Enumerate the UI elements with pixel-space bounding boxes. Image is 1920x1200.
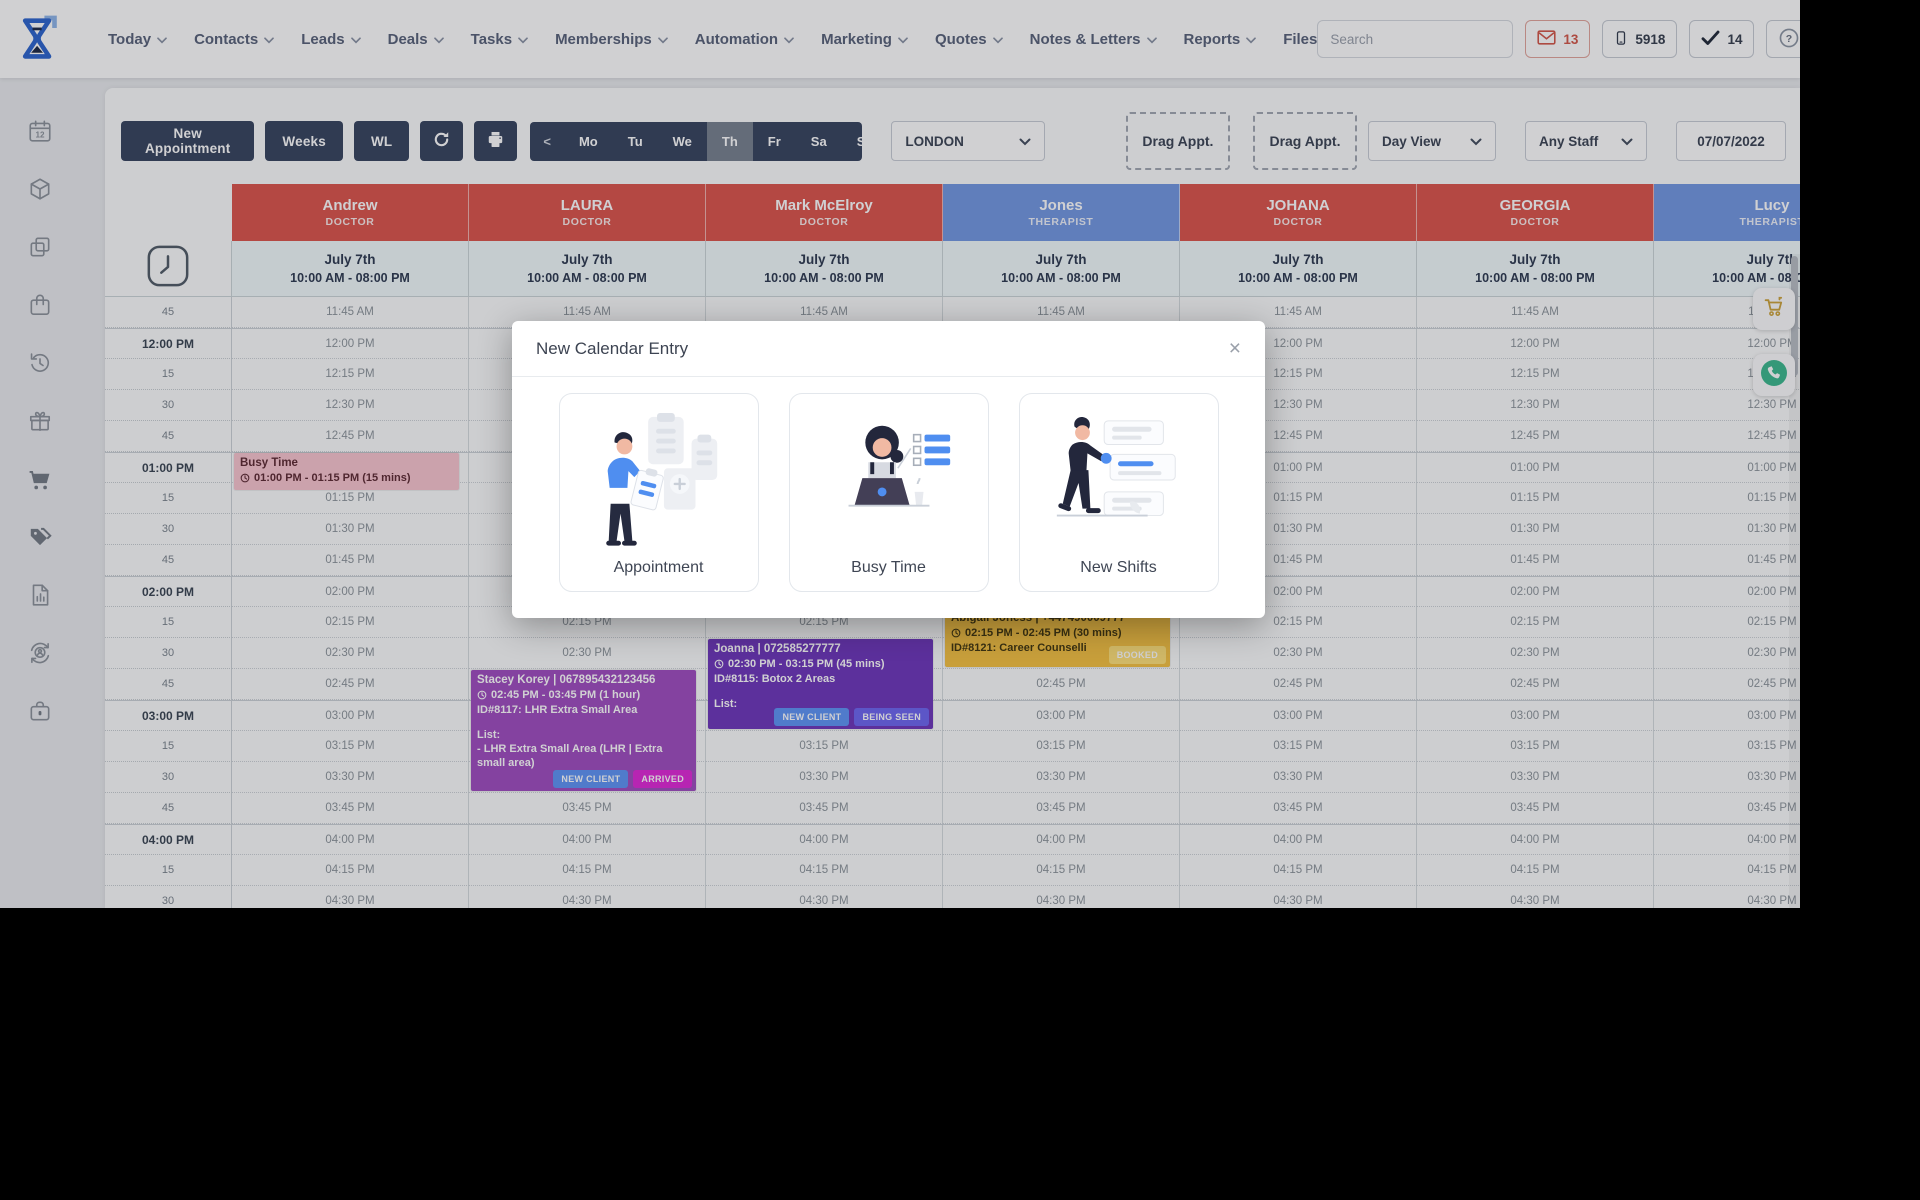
option-new-shifts[interactable]: New Shifts xyxy=(1019,393,1219,592)
option-busy-time-label: Busy Time xyxy=(851,559,926,577)
option-new-shifts-label: New Shifts xyxy=(1080,559,1156,577)
busy-time-illustration xyxy=(814,409,964,557)
option-appointment-label: Appointment xyxy=(614,559,704,577)
option-appointment[interactable]: Appointment xyxy=(559,393,759,592)
modal-body: Appointment xyxy=(512,377,1265,618)
app-window: TodayContactsLeadsDealsTasksMembershipsA… xyxy=(0,0,1800,908)
new-shifts-illustration xyxy=(1044,409,1194,557)
modal-title: New Calendar Entry xyxy=(536,339,688,359)
modal-header: New Calendar Entry × xyxy=(512,321,1265,377)
option-busy-time[interactable]: Busy Time xyxy=(789,393,989,592)
close-icon[interactable]: × xyxy=(1229,338,1241,359)
appointment-illustration xyxy=(584,409,734,557)
new-calendar-entry-modal: New Calendar Entry × xyxy=(512,321,1265,618)
